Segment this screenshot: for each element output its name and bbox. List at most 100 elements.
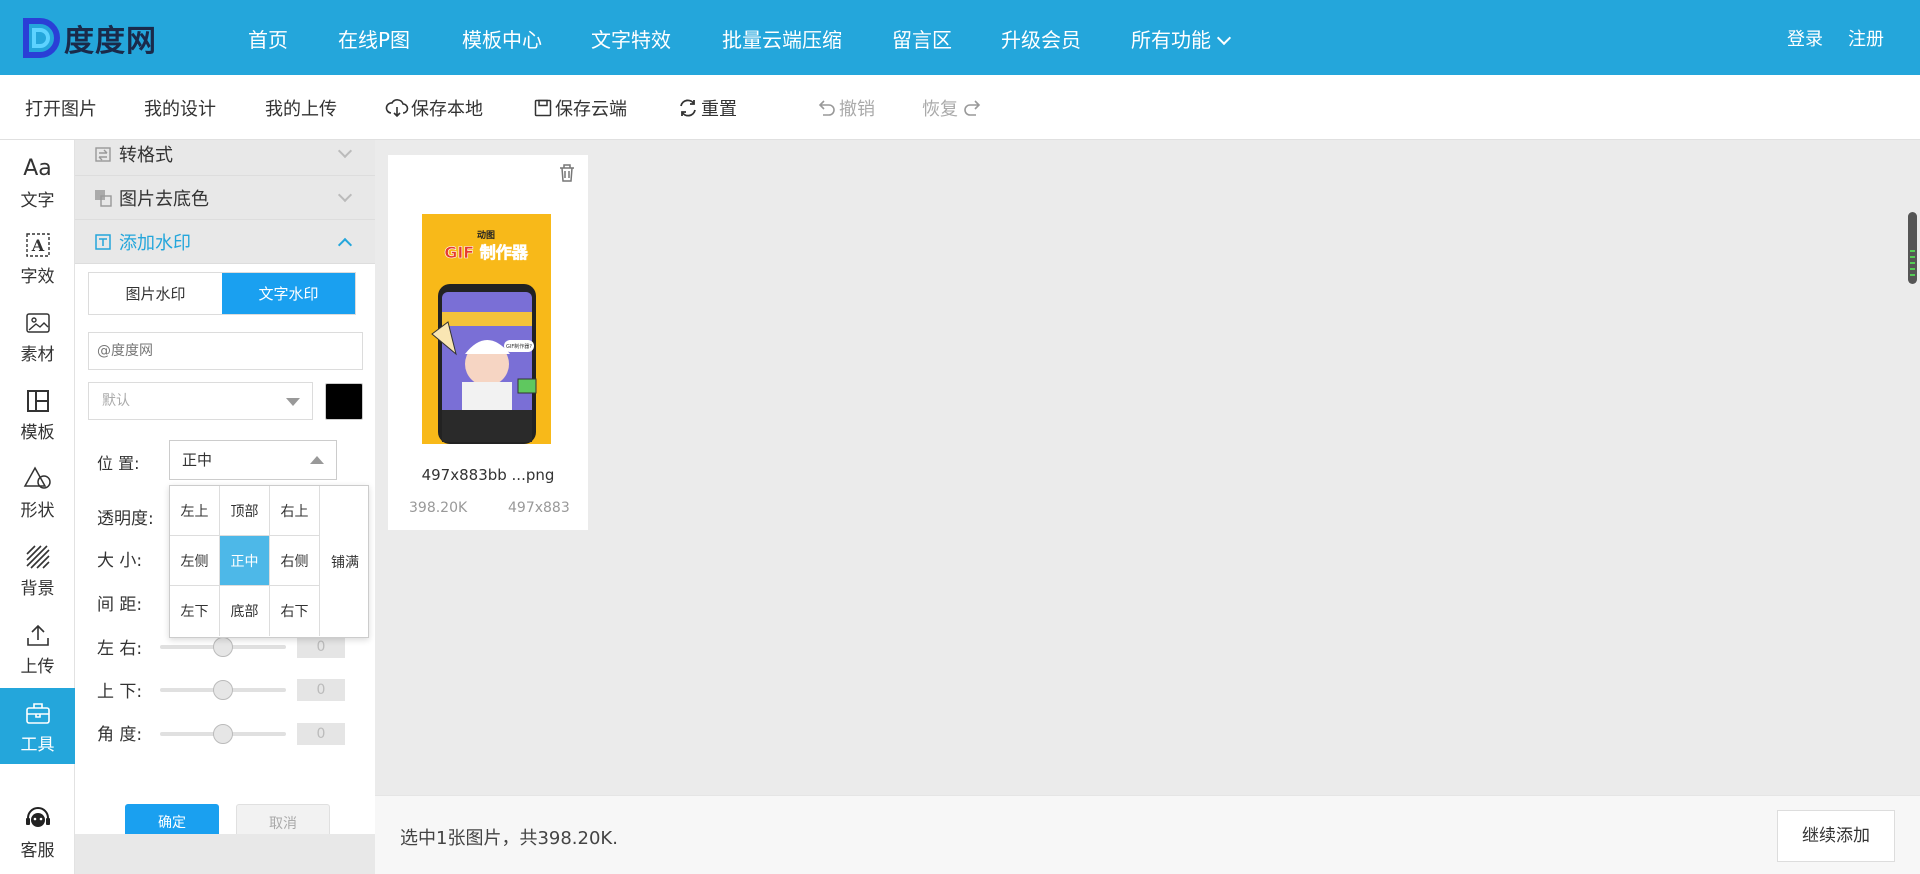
undo-button[interactable]: 撤销: [815, 95, 875, 121]
continue-add-button[interactable]: 继续添加: [1777, 810, 1895, 862]
tool-rail: Aa 文字 A 字效 素材 模板 形状 背景 上传 工具 客服: [0, 140, 75, 874]
color-picker[interactable]: [325, 383, 363, 420]
lr-value[interactable]: 0: [297, 636, 345, 658]
nav-text-effects[interactable]: 文字特效: [591, 24, 671, 53]
rail-item-upload[interactable]: 上传: [0, 610, 75, 686]
angle-value[interactable]: 0: [297, 723, 345, 745]
rail-item-label: 字效: [20, 266, 55, 287]
nav-online-p[interactable]: 在线P图: [338, 24, 410, 53]
rail-item-support[interactable]: 客服: [0, 794, 75, 870]
position-select-value: 正中: [182, 451, 213, 469]
my-design-button[interactable]: 我的设计: [144, 95, 216, 121]
image-thumbnail[interactable]: 动图 GIF 制作器 GIF制作器?: [422, 214, 551, 444]
layout-icon: [26, 386, 50, 416]
accordion-convert-format[interactable]: 转格式: [75, 140, 375, 176]
rail-item-templates[interactable]: 模板: [0, 376, 75, 452]
rail-item-label: 模板: [20, 422, 55, 443]
logo[interactable]: 度度网: [22, 16, 157, 60]
accordion-remove-bg[interactable]: 图片去底色: [75, 176, 375, 220]
save-icon: [534, 99, 552, 117]
spacing-label: 间 距:: [97, 595, 143, 615]
ud-slider[interactable]: [160, 680, 286, 700]
angle-label: 角 度:: [97, 725, 143, 745]
nav-all-features-label: 所有功能: [1131, 28, 1211, 52]
my-upload-button[interactable]: 我的上传: [265, 95, 337, 121]
position-option-bottom-left[interactable]: 左下: [170, 586, 220, 636]
lr-slider[interactable]: [160, 637, 286, 657]
tab-text-watermark[interactable]: 文字水印: [222, 273, 355, 314]
rail-item-label: 上传: [20, 656, 55, 677]
position-option-tile[interactable]: 铺满: [320, 486, 370, 637]
register-link[interactable]: 注册: [1848, 25, 1884, 51]
watermark-icon: [93, 232, 113, 252]
cloud-download-icon: [385, 99, 409, 118]
position-option-bottom[interactable]: 底部: [220, 586, 270, 636]
redo-icon: [964, 100, 981, 116]
scroll-indicator[interactable]: [1908, 212, 1917, 284]
thumb-bubble: GIF制作器?: [506, 343, 532, 350]
rail-item-background[interactable]: 背景: [0, 532, 75, 608]
panel-footer: [75, 834, 375, 874]
position-option-top[interactable]: 顶部: [220, 486, 270, 536]
position-option-right[interactable]: 右侧: [270, 536, 320, 586]
image-dimensions: 497x883: [508, 500, 570, 516]
rail-item-text-effects[interactable]: A 字效: [0, 220, 75, 296]
watermark-text-input[interactable]: @度度网: [88, 332, 363, 370]
nav-batch-compress[interactable]: 批量云端压缩: [722, 24, 842, 53]
chevron-down-icon: [337, 143, 353, 159]
open-image-button[interactable]: 打开图片: [25, 95, 97, 121]
position-option-top-left[interactable]: 左上: [170, 486, 220, 536]
selection-status: 选中1张图片，共398.20K.: [400, 828, 618, 849]
text-aa-icon: Aa: [23, 156, 52, 181]
angle-slider[interactable]: [160, 724, 286, 744]
nav-upgrade[interactable]: 升级会员: [1001, 24, 1081, 53]
brand-name: 度度网: [64, 24, 157, 59]
rail-item-label: 背景: [20, 578, 55, 599]
rail-item-text[interactable]: Aa 文字: [0, 144, 75, 220]
chevron-down-icon: [337, 187, 353, 203]
nav-message[interactable]: 留言区: [892, 24, 952, 53]
image-filename: 497x883bb ...png: [421, 466, 555, 484]
toolbar: 打开图片 我的设计 我的上传 保存本地 保存云端 重置 撤销 恢复: [0, 75, 1920, 140]
reset-button[interactable]: 重置: [677, 95, 737, 121]
redo-button[interactable]: 恢复: [922, 95, 986, 121]
rail-item-tools[interactable]: 工具: [0, 688, 75, 764]
reset-label: 重置: [701, 99, 737, 120]
trash-icon[interactable]: [558, 163, 576, 187]
rail-item-label: 文字: [20, 190, 55, 211]
position-option-bottom-right[interactable]: 右下: [270, 586, 320, 636]
font-select[interactable]: 默认: [88, 382, 313, 420]
position-dropdown: 左上 顶部 右上 左侧 正中 右侧 左下 底部 右下 铺满: [169, 485, 369, 638]
rail-item-materials[interactable]: 素材: [0, 298, 75, 374]
rail-item-shapes[interactable]: 形状: [0, 454, 75, 530]
thumb-text-main: GIF 制作器: [444, 243, 529, 262]
accordion-label: 添加水印: [119, 232, 191, 254]
accordion-add-watermark[interactable]: 添加水印: [75, 220, 375, 264]
accordion-label: 转格式: [119, 144, 173, 166]
position-select[interactable]: 正中: [169, 440, 337, 480]
remove-bg-icon: [93, 188, 113, 208]
ud-label: 上 下:: [97, 682, 143, 702]
save-local-button[interactable]: 保存本地: [385, 95, 483, 121]
slider-thumb[interactable]: [213, 724, 233, 744]
login-link[interactable]: 登录: [1787, 25, 1823, 51]
nav-templates[interactable]: 模板中心: [462, 24, 542, 53]
logo-icon: [23, 18, 60, 58]
opacity-label: 透明度:: [97, 509, 154, 529]
position-option-left[interactable]: 左侧: [170, 536, 220, 586]
nav-home[interactable]: 首页: [248, 24, 288, 53]
hatch-icon: [25, 542, 51, 572]
chevron-up-icon: [337, 237, 353, 253]
tab-image-watermark[interactable]: 图片水印: [89, 273, 222, 314]
caret-down-icon: [286, 398, 300, 406]
undo-label: 撤销: [839, 99, 875, 120]
slider-thumb[interactable]: [213, 680, 233, 700]
slider-thumb[interactable]: [213, 637, 233, 657]
nav-all-features[interactable]: 所有功能: [1131, 24, 1232, 53]
position-option-top-right[interactable]: 右上: [270, 486, 320, 536]
save-cloud-button[interactable]: 保存云端: [533, 95, 627, 121]
position-option-center[interactable]: 正中: [220, 536, 270, 586]
ud-value[interactable]: 0: [297, 679, 345, 701]
rail-item-label: 客服: [20, 840, 55, 861]
rail-item-label: 形状: [20, 500, 55, 521]
